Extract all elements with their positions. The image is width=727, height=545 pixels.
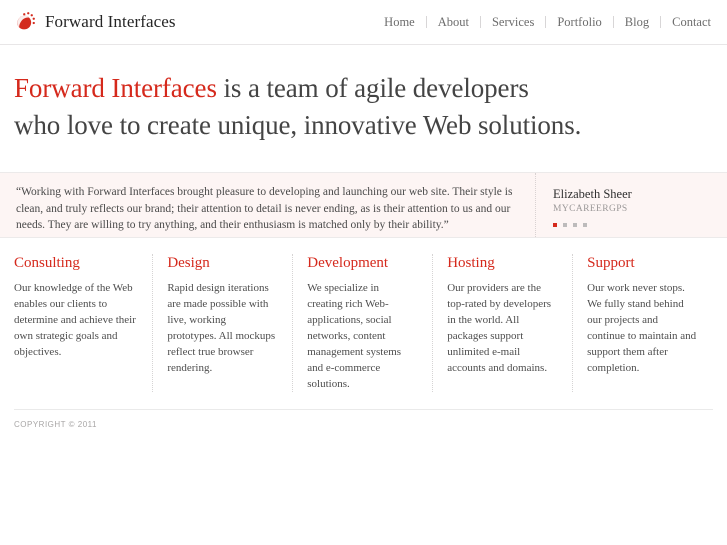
services-section: Consulting Our knowledge of the Web enab… [0, 254, 727, 392]
pagination-dot-3[interactable] [573, 223, 577, 227]
brand-name: Forward Interfaces [45, 12, 176, 31]
site-footer: COPYRIGHT © 2011 [14, 409, 713, 429]
hero-accent-text: Forward Interfaces [14, 73, 217, 103]
service-column-hosting: Hosting Our providers are the top-rated … [433, 254, 574, 392]
nav-item-services[interactable]: Services [481, 15, 545, 30]
testimonial-quote: “Working with Forward Interfaces brought… [16, 186, 513, 231]
service-title-hosting[interactable]: Hosting [447, 254, 556, 272]
service-body-consulting: Our knowledge of the Web enables our cli… [14, 282, 136, 358]
service-title-development[interactable]: Development [307, 254, 416, 272]
droplet-dots-logo-icon [17, 12, 35, 30]
service-body-development: We specialize in creating rich Web-appli… [307, 282, 402, 390]
hero-section: Forward Interfaces is a team of agile de… [0, 45, 727, 144]
service-column-design: Design Rapid design iterations are made … [153, 254, 294, 392]
main-navigation: Home About Services Portfolio Blog Conta… [380, 15, 713, 30]
testimonial-block: “Working with Forward Interfaces brought… [0, 172, 727, 238]
testimonial-pagination [553, 223, 727, 227]
nav-item-blog[interactable]: Blog [614, 15, 660, 30]
nav-item-portfolio[interactable]: Portfolio [546, 15, 612, 30]
landing-page: Forward Interfaces Home About Services P… [0, 0, 727, 545]
service-body-support: Our work never stops. We fully stand beh… [587, 282, 697, 374]
nav-item-about[interactable]: About [427, 15, 480, 30]
pagination-dot-1[interactable] [553, 223, 557, 227]
hero-headline-line-1: Forward Interfaces is a team of agile de… [14, 70, 713, 107]
service-title-consulting[interactable]: Consulting [14, 254, 136, 272]
testimonial-author: Elizabeth Sheer MYCAREERGPS [535, 173, 727, 237]
pagination-dot-2[interactable] [563, 223, 567, 227]
service-column-support: Support Our work never stops. We fully s… [573, 254, 713, 392]
hero-headline-rest: is a team of agile developers [216, 73, 529, 103]
hero-headline-line-2: who love to create unique, innovative We… [14, 110, 582, 140]
service-title-design[interactable]: Design [167, 254, 276, 272]
testimonial-author-name: Elizabeth Sheer [553, 187, 632, 201]
service-column-consulting: Consulting Our knowledge of the Web enab… [14, 254, 154, 392]
brand-logo-link[interactable]: Forward Interfaces [14, 11, 176, 33]
pagination-dot-4[interactable] [583, 223, 587, 227]
service-body-design: Rapid design iterations are made possibl… [167, 282, 276, 374]
service-column-development: Development We specialize in creating ri… [293, 254, 434, 392]
site-header: Forward Interfaces Home About Services P… [0, 0, 727, 45]
service-title-support[interactable]: Support [587, 254, 697, 272]
service-body-hosting: Our providers are the top-rated by devel… [447, 282, 552, 374]
nav-item-contact[interactable]: Contact [661, 15, 713, 30]
testimonial-author-company: MYCAREERGPS [553, 204, 628, 214]
nav-item-home[interactable]: Home [380, 15, 426, 30]
copyright-text: COPYRIGHT © 2011 [14, 420, 97, 429]
